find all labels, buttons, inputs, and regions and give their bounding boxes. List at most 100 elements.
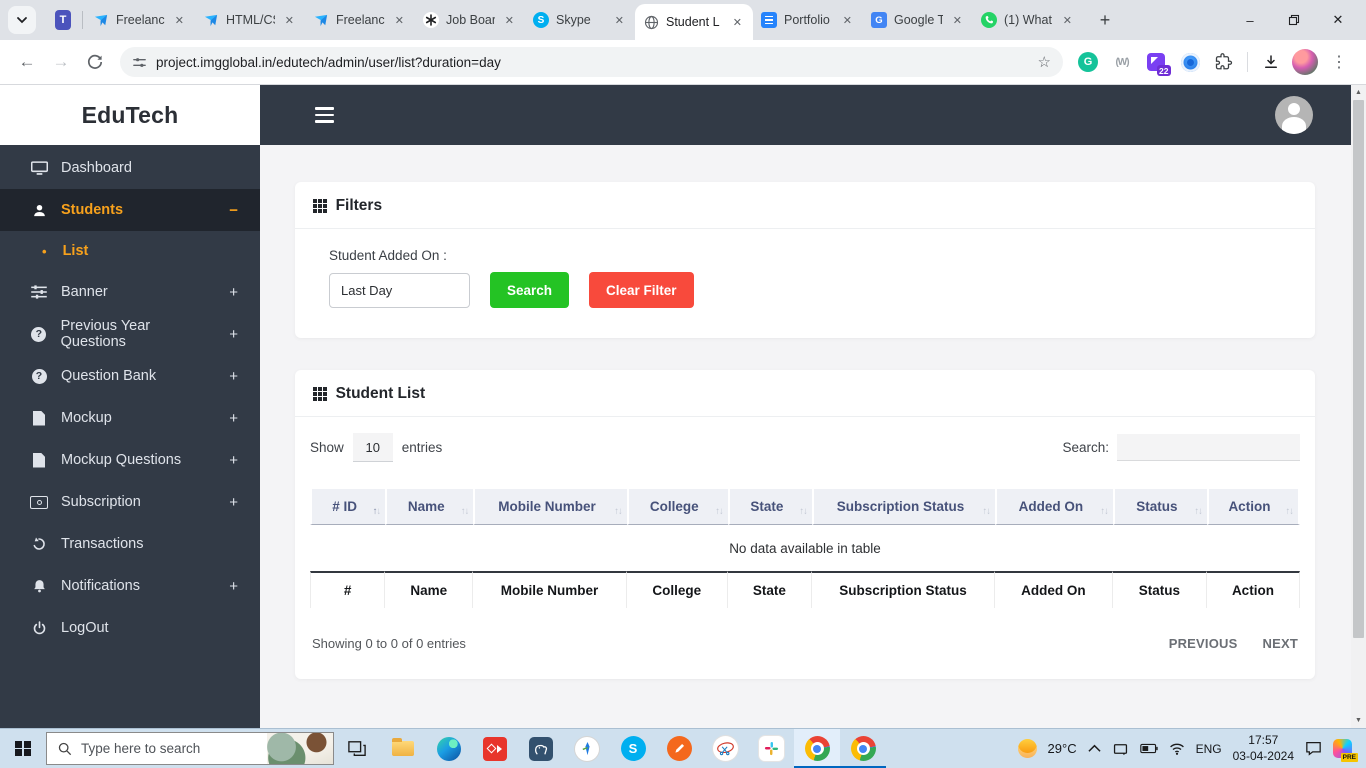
red-app-button[interactable] [472, 729, 518, 768]
tab-close-icon[interactable]: ✕ [502, 13, 517, 28]
scroll-down-arrow[interactable]: ▼ [1355, 713, 1362, 728]
back-button[interactable]: ← [12, 47, 42, 77]
sidebar-item-logout[interactable]: LogOut [0, 607, 260, 649]
tab-portfolio[interactable]: Portfolio ✕ [753, 3, 863, 37]
clock[interactable]: 17:57 03-04-2024 [1233, 733, 1294, 764]
profile-avatar[interactable] [1290, 47, 1320, 77]
file-explorer-button[interactable] [380, 729, 426, 768]
scroll-up-arrow[interactable]: ▲ [1355, 85, 1362, 100]
site-settings-icon[interactable] [132, 55, 147, 70]
tab-close-icon[interactable]: ✕ [612, 13, 627, 28]
address-bar[interactable]: project.imgglobal.in/edutech/admin/user/… [120, 47, 1063, 77]
temperature[interactable]: 29°C [1048, 741, 1077, 756]
brand-logo[interactable]: EduTech [0, 85, 260, 145]
slack-button[interactable] [748, 729, 794, 768]
grammarly-extension-icon[interactable]: G [1073, 47, 1103, 77]
column-header-id[interactable]: # ID ↑↓ [310, 489, 386, 525]
tab-close-icon[interactable]: ✕ [950, 13, 965, 28]
display-cast-icon[interactable] [1112, 742, 1129, 756]
sidebar-item-subscription[interactable]: Subscription + [0, 481, 260, 523]
snipping-tool-button[interactable] [702, 729, 748, 768]
expand-icon[interactable]: + [229, 494, 238, 511]
tab-close-icon[interactable]: ✕ [392, 13, 407, 28]
compass-app-button[interactable] [564, 729, 610, 768]
column-header-name[interactable]: Name ↑↓ [385, 489, 474, 525]
new-tab-button[interactable]: + [1091, 6, 1119, 34]
expand-icon[interactable]: + [229, 452, 238, 469]
sidebar-item-students[interactable]: Students − [0, 189, 260, 231]
sidebar-item-question-bank[interactable]: ? Question Bank + [0, 355, 260, 397]
expand-icon[interactable]: + [229, 578, 238, 595]
sidebar-item-notifications[interactable]: Notifications + [0, 565, 260, 607]
tab-skype[interactable]: S Skype ✕ [525, 3, 635, 37]
sidebar-item-banner[interactable]: Banner + [0, 271, 260, 313]
table-search-input[interactable] [1117, 434, 1300, 461]
column-header-mobile[interactable]: Mobile Number ↑↓ [473, 489, 627, 525]
tab-whatsapp[interactable]: (1) What ✕ [973, 3, 1083, 37]
search-doodle-image[interactable] [267, 733, 333, 764]
w-extension-icon[interactable]: (W) [1107, 47, 1137, 77]
tab-close-icon[interactable]: ✕ [840, 13, 855, 28]
previous-page-button[interactable]: PREVIOUS [1169, 636, 1238, 651]
hamburger-menu-icon[interactable] [315, 107, 334, 123]
extensions-puzzle-icon[interactable] [1209, 47, 1239, 77]
column-header-subscription[interactable]: Subscription Status ↑↓ [811, 489, 996, 525]
column-header-action[interactable]: Action ↑↓ [1206, 489, 1300, 525]
sidebar-item-mockup-questions[interactable]: Mockup Questions + [0, 439, 260, 481]
collapse-icon[interactable]: − [229, 202, 238, 219]
tab-freelancer-3[interactable]: Freelance ✕ [305, 3, 415, 37]
column-header-status[interactable]: Status ↑↓ [1112, 489, 1207, 525]
column-header-added-on[interactable]: Added On ↑↓ [995, 489, 1113, 525]
expand-icon[interactable]: + [229, 368, 238, 385]
column-header-state[interactable]: State ↑↓ [727, 489, 812, 525]
chrome-second-button[interactable] [840, 729, 886, 768]
expand-icon[interactable]: + [229, 326, 238, 343]
restore-button[interactable] [1272, 3, 1316, 37]
expand-icon[interactable]: + [229, 410, 238, 427]
reload-button[interactable] [80, 47, 110, 77]
minimize-button[interactable]: – [1228, 3, 1272, 37]
tab-close-icon[interactable]: ✕ [282, 13, 297, 28]
forward-button[interactable]: → [46, 47, 76, 77]
purple-extension-icon[interactable]: 22 [1141, 47, 1171, 77]
sidebar-item-transactions[interactable]: Transactions [0, 523, 260, 565]
tab-close-icon[interactable]: ✕ [172, 13, 187, 28]
taskbar-search-box[interactable]: Type here to search [46, 732, 334, 765]
pen-app-button[interactable] [656, 729, 702, 768]
language-indicator[interactable]: ENG [1196, 742, 1222, 756]
tab-close-icon[interactable]: ✕ [730, 15, 745, 30]
expand-icon[interactable]: + [229, 284, 238, 301]
tab-student-list-active[interactable]: Student L ✕ [635, 4, 753, 40]
close-window-button[interactable]: ✕ [1316, 3, 1360, 37]
tab-close-icon[interactable]: ✕ [1060, 13, 1075, 28]
start-button[interactable] [0, 729, 46, 768]
battery-icon[interactable] [1139, 743, 1158, 754]
bookmark-star-icon[interactable]: ☆ [1038, 53, 1051, 71]
sidebar-item-dashboard[interactable]: Dashboard [0, 147, 260, 189]
wifi-icon[interactable] [1169, 743, 1185, 755]
search-button[interactable]: Search [490, 272, 570, 308]
sidebar-item-previous-year-questions[interactable]: ? Previous Year Questions + [0, 313, 260, 355]
scrollbar-thumb[interactable] [1353, 100, 1364, 638]
copilot-icon[interactable]: PRE [1333, 739, 1358, 762]
task-view-button[interactable] [334, 729, 380, 768]
tab-freelancer-2[interactable]: HTML/CS ✕ [195, 3, 305, 37]
next-page-button[interactable]: NEXT [1263, 636, 1298, 651]
notification-center-icon[interactable] [1305, 741, 1322, 756]
entries-select[interactable]: 10 [352, 433, 393, 462]
sidebar-subitem-list[interactable]: • List [0, 231, 260, 271]
edge-button[interactable] [426, 729, 472, 768]
browser-menu-icon[interactable]: ⋮ [1324, 47, 1354, 77]
downloads-icon[interactable] [1256, 47, 1286, 77]
tab-list-chevron-button[interactable] [8, 6, 36, 34]
column-header-college[interactable]: College ↑↓ [626, 489, 728, 525]
sidebar-item-mockup[interactable]: Mockup + [0, 397, 260, 439]
vertical-scrollbar[interactable]: ▲ ▼ [1351, 85, 1366, 728]
clear-filter-button[interactable]: Clear Filter [589, 272, 694, 308]
postgresql-button[interactable] [518, 729, 564, 768]
url-text[interactable]: project.imgglobal.in/edutech/admin/user/… [156, 55, 1029, 70]
chrome-active-button[interactable] [794, 728, 840, 768]
tab-pinned-teams[interactable]: T [46, 3, 80, 37]
tab-google-translate[interactable]: G Google T ✕ [863, 3, 973, 37]
tab-freelancer-1[interactable]: Freelance ✕ [85, 3, 195, 37]
